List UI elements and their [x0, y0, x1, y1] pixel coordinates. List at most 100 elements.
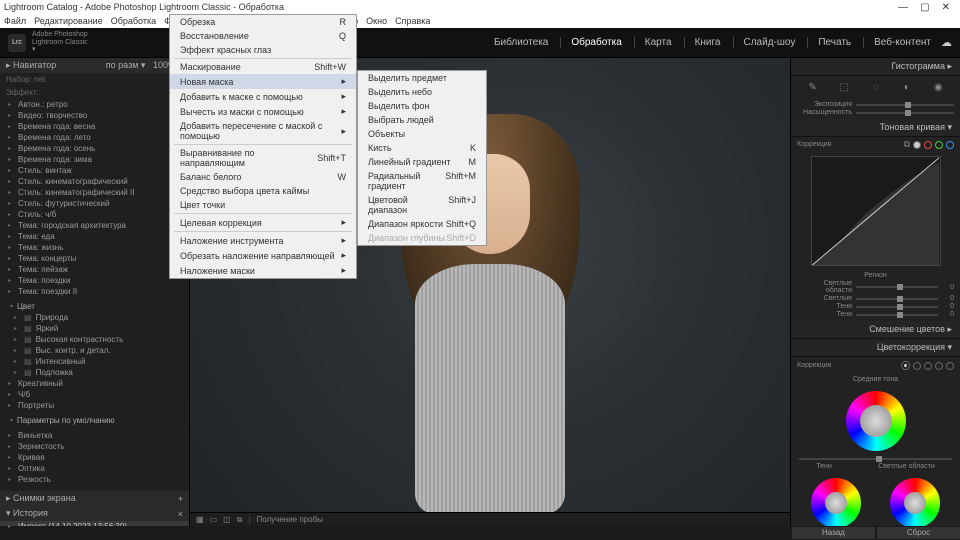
menu-edit[interactable]: Редактирование [34, 16, 103, 26]
preset-item[interactable]: Времена года: лето [0, 132, 189, 143]
menu-item[interactable]: Цвет точки [170, 198, 356, 212]
highlights-wheel[interactable] [890, 478, 940, 526]
preset-item[interactable]: ▤Яркий [0, 323, 189, 334]
preset-item[interactable]: Оптика [0, 463, 189, 474]
preset-item[interactable]: Тема: поездки [0, 275, 189, 286]
menu-item[interactable]: Средство выбора цвета каймы [170, 184, 356, 198]
menu-develop[interactable]: Обработка [111, 16, 156, 26]
module-Печать[interactable]: Печать [807, 37, 851, 48]
defaults-group[interactable]: Параметры по умолчанию [0, 415, 189, 426]
preset-item[interactable]: Видео: творчество [0, 110, 189, 121]
menu-item[interactable]: ОбрезкаR [170, 15, 356, 29]
menu-item[interactable]: Новая маска ▸ [170, 74, 356, 89]
region-slider[interactable]: Тени0 [797, 311, 954, 318]
preset-group[interactable]: Креативный [0, 378, 189, 389]
preset-item[interactable]: Виньетка [0, 430, 189, 441]
mask-icon[interactable]: ◐ [900, 80, 914, 94]
cg-hi[interactable] [935, 362, 943, 370]
history-header[interactable]: ▾ История× [0, 506, 189, 521]
preset-item[interactable]: Кривая [0, 452, 189, 463]
preset-item[interactable]: Стиль: винтаж [0, 165, 189, 176]
preset-item[interactable]: Времена года: весна [0, 121, 189, 132]
region-slider[interactable]: Светлые0 [797, 295, 954, 302]
menu-file[interactable]: Файл [4, 16, 26, 26]
menu-item[interactable]: ВосстановлениеQ [170, 29, 356, 43]
module-Обработка[interactable]: Обработка [560, 37, 621, 48]
preset-item[interactable]: ▤Высокая контрастность [0, 334, 189, 345]
shadows-wheel[interactable] [811, 478, 861, 526]
cg-mid[interactable] [924, 362, 932, 370]
cg-global[interactable] [946, 362, 954, 370]
loupe-view-icon[interactable]: ▭ [210, 515, 218, 524]
cg-3way-icon[interactable]: ⦿ [901, 359, 910, 372]
history-item[interactable]: Импорт (14.10.2023 13:56:30) [0, 521, 189, 526]
menu-item[interactable]: Баланс белогоW [170, 170, 356, 184]
preset-item[interactable]: Времена года: зима [0, 154, 189, 165]
rgb-channel[interactable] [913, 141, 921, 149]
menu-item[interactable]: Добавить к маске с помощью ▸ [170, 89, 356, 104]
menu-item[interactable]: Добавить пересечение с маской с помощью … [170, 119, 356, 143]
submenu-item[interactable]: КистьK [358, 141, 486, 155]
menu-item[interactable]: МаскированиеShift+W [170, 60, 356, 74]
snapshots-header[interactable]: ▸ Снимки экрана+ [0, 491, 189, 506]
parametric-icon[interactable]: ⧉ [904, 139, 910, 150]
preset-item[interactable]: ▤Интенсивный [0, 356, 189, 367]
menu-item[interactable]: Целевая коррекция ▸ [170, 215, 356, 230]
submenu-item[interactable]: Объекты [358, 127, 486, 141]
preset-group[interactable]: Ч/б [0, 389, 189, 400]
cloud-icon[interactable]: ☁ [941, 36, 952, 49]
module-Веб-контент[interactable]: Веб-контент [863, 37, 931, 48]
blue-channel[interactable] [946, 141, 954, 149]
crop-icon[interactable]: ⬚ [837, 80, 851, 94]
cg-slider[interactable] [791, 458, 960, 460]
preset-item[interactable]: Стиль: кинематографический [0, 176, 189, 187]
preset-item[interactable]: Тема: концерты [0, 253, 189, 264]
preset-item[interactable]: ▤Природа [0, 312, 189, 323]
preset-item[interactable]: Стиль: ч/б [0, 209, 189, 220]
preset-item[interactable]: Тема: еда [0, 231, 189, 242]
edit-icon[interactable]: ✎ [806, 80, 820, 94]
preset-group[interactable]: Портреты [0, 400, 189, 411]
submenu-item[interactable]: Выделить предмет [358, 71, 486, 85]
module-Карта[interactable]: Карта [634, 37, 672, 48]
module-Книга[interactable]: Книга [684, 37, 721, 48]
preset-item[interactable]: Стиль: футуристический [0, 198, 189, 209]
heal-icon[interactable]: ◌ [868, 80, 882, 94]
submenu-item[interactable]: Диапазон яркостиShift+Q [358, 217, 486, 231]
preset-item[interactable]: Времена года: осень [0, 143, 189, 154]
preset-item[interactable]: ▤Выс. контр. и детал. [0, 345, 189, 356]
red-channel[interactable] [924, 141, 932, 149]
submenu-item[interactable]: Выделить фон [358, 99, 486, 113]
preset-item[interactable]: Зернистость [0, 441, 189, 452]
menu-window[interactable]: Окно [366, 16, 387, 26]
menu-item[interactable]: Обрезать наложение направляющей ▸ [170, 248, 356, 263]
tone-curve[interactable] [811, 156, 941, 266]
colorgrading-header[interactable]: Цветокоррекция ▾ [791, 339, 960, 357]
histogram-header[interactable]: Гистограмма ▸ [791, 58, 960, 76]
menu-item[interactable]: Эффект красных глаз [170, 43, 356, 57]
preset-item[interactable]: Тема: городская архитектура [0, 220, 189, 231]
colormix-header[interactable]: Смешение цветов ▸ [791, 321, 960, 339]
grid-view-icon[interactable]: ▦ [196, 515, 204, 524]
region-slider[interactable]: Тени0 [797, 303, 954, 310]
cg-shadow[interactable] [913, 362, 921, 370]
preset-item[interactable]: ▤Подложка [0, 367, 189, 378]
redeye-icon[interactable]: ◉ [931, 80, 945, 94]
preset-item[interactable]: Тема: поездки II [0, 286, 189, 297]
compare-view-icon[interactable]: ◫ [223, 515, 231, 524]
saturation-slider[interactable]: Насыщенность [797, 109, 954, 116]
menu-item[interactable]: Вычесть из маски с помощью ▸ [170, 104, 356, 119]
submenu-item[interactable]: Цветовой диапазонShift+J [358, 193, 486, 217]
preset-item[interactable]: Тема: пейзаж [0, 264, 189, 275]
submenu-item[interactable]: Выделить небо [358, 85, 486, 99]
preset-item[interactable]: Резкость [0, 474, 189, 485]
color-group[interactable]: Цвет [0, 301, 189, 312]
menu-item[interactable]: Наложение инструмента ▸ [170, 233, 356, 248]
menu-help[interactable]: Справка [395, 16, 430, 26]
menu-item[interactable]: Наложение маски ▸ [170, 263, 356, 278]
before-after-icon[interactable]: ⧉ [237, 515, 243, 525]
minimize-button[interactable]: — [898, 2, 908, 13]
green-channel[interactable] [935, 141, 943, 149]
submenu-item[interactable]: Выбрать людей [358, 113, 486, 127]
preset-item[interactable]: Тема: жизнь [0, 242, 189, 253]
